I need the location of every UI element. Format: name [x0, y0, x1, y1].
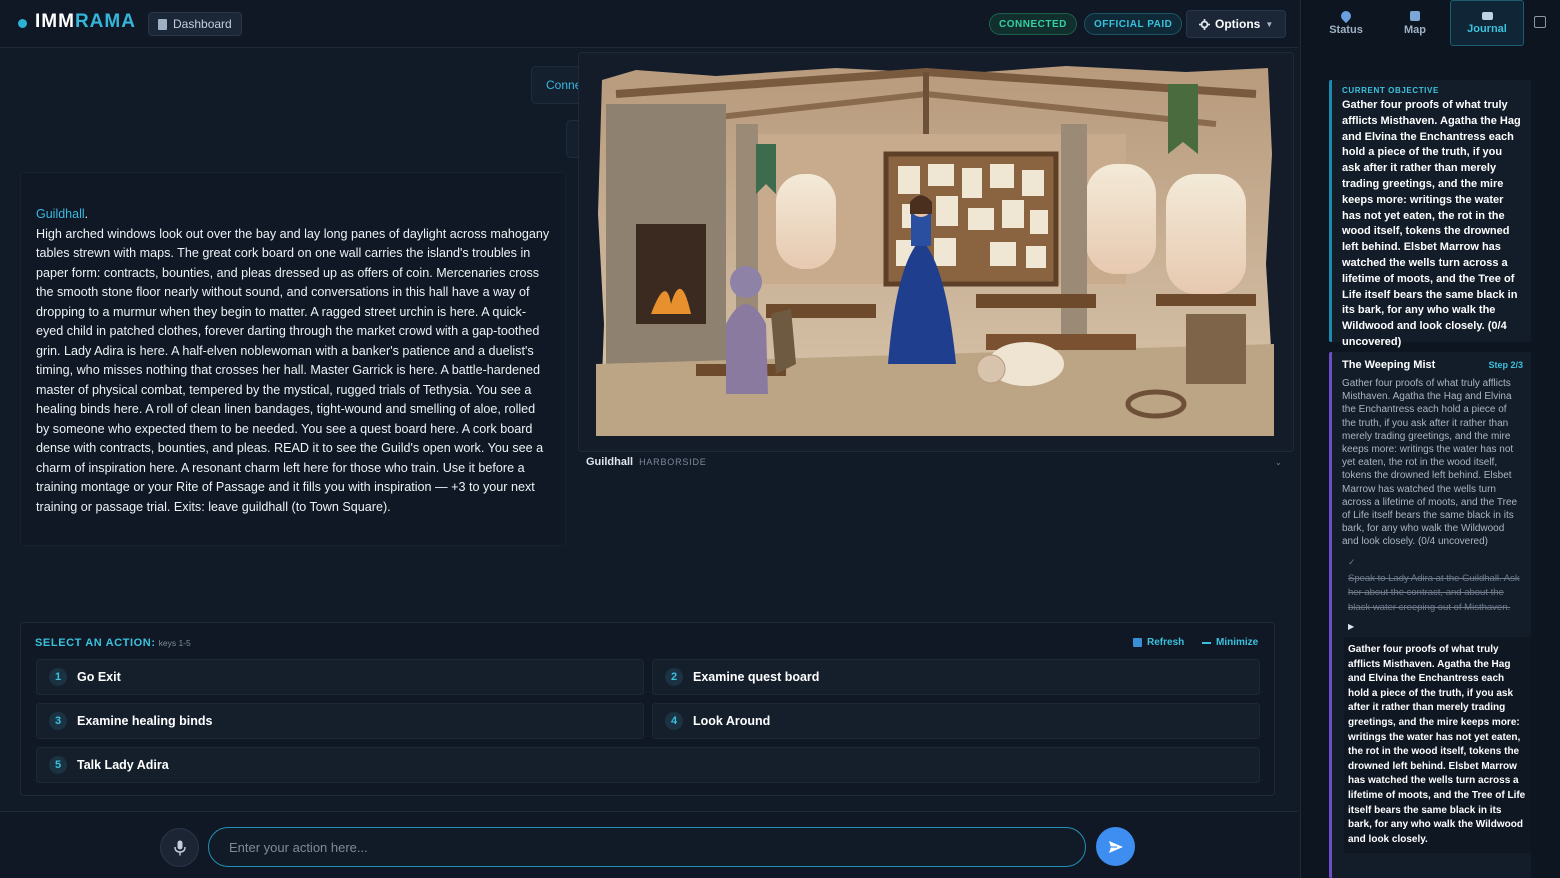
current-objective-card: CURRENT OBJECTIVE Gather four proofs of …: [1329, 80, 1531, 348]
logo-text-part2: RAMA: [74, 11, 136, 32]
check-icon: ✓: [1348, 556, 1356, 567]
tab-journal[interactable]: Journal: [1450, 0, 1524, 46]
tab-status[interactable]: Status: [1311, 0, 1381, 46]
minimize-button[interactable]: Minimize: [1202, 637, 1258, 648]
tab-map-label: Map: [1404, 23, 1426, 36]
panel-tabs: Status Map Journal: [1301, 0, 1560, 48]
chevron-down-icon: ▼: [1265, 19, 1274, 29]
action-label: Examine healing binds: [77, 714, 213, 728]
logo-text-part1: IMM: [35, 11, 75, 32]
clipboard-icon: [158, 18, 167, 30]
map-icon: [1410, 10, 1420, 21]
action-panel: SELECT AN ACTION: keys 1-5 Refresh Minimi…: [20, 622, 1275, 796]
quest-description: Gather four proofs of what truly afflict…: [1342, 378, 1518, 548]
journal-panel: Status Map Journal CURRENT OBJECTIVE Gat…: [1300, 0, 1560, 878]
action-title: SELECT AN ACTION:: [35, 637, 156, 649]
quest-title: The Weeping Mist: [1342, 359, 1436, 371]
action-number: 1: [49, 668, 67, 686]
scene-name: Guildhall: [586, 456, 634, 468]
action-label: Look Around: [693, 714, 771, 728]
action-label: Talk Lady Adira: [77, 758, 169, 772]
scene-region: HARBORSIDE: [639, 457, 707, 467]
location-period: .: [84, 207, 89, 221]
top-bar: IMM RAMA Dashboard CONNECTED OFFICIAL PAI…: [0, 0, 1298, 48]
keys-hint: keys 1-5: [158, 638, 191, 648]
book-icon: [1481, 11, 1493, 20]
action-button-4[interactable]: 4 Look Around: [652, 703, 1260, 739]
input-bar: [0, 811, 1298, 878]
gear-icon: [1199, 18, 1210, 30]
completed-step: Speak to Lady Adira at the Guildhall. As…: [1348, 572, 1520, 614]
quest-title-row: The Weeping Mist Step 2/3: [1342, 359, 1523, 371]
options-button[interactable]: Options ▼: [1186, 10, 1287, 38]
action-number: 3: [49, 712, 67, 730]
play-icon: ▶: [1348, 622, 1355, 632]
tab-status-label: Status: [1329, 23, 1363, 36]
minus-icon: [1202, 641, 1211, 644]
objective-text: Gather four proofs of what truly afflict…: [1342, 99, 1521, 348]
pin-icon: [1338, 8, 1354, 23]
tab-map[interactable]: Map: [1380, 0, 1450, 46]
narrative-location-line: Guildhall.: [36, 205, 551, 225]
quest-step: Step 2/3: [1488, 360, 1523, 370]
action-button-1[interactable]: 1 Go Exit: [36, 659, 644, 695]
action-title-row: SELECT AN ACTION: keys 1-5: [35, 637, 191, 649]
narrative-location[interactable]: Guildhall: [36, 207, 85, 221]
chevron-down-icon[interactable]: ⌄: [1275, 458, 1282, 467]
action-button-3[interactable]: 3 Examine healing binds: [36, 703, 644, 739]
connected-badge: CONNECTED: [989, 13, 1077, 35]
dashboard-label: Dashboard: [173, 17, 232, 31]
official-paid-badge: OFFICIAL PAID: [1084, 13, 1183, 35]
minimize-label: Minimize: [1216, 637, 1259, 648]
microphone-button[interactable]: [160, 828, 199, 867]
narrative-panel: Guildhall. High arched windows look out …: [20, 172, 566, 546]
quest-card[interactable]: The Weeping Mist Step 2/3 Gather four pr…: [1329, 352, 1531, 878]
send-button[interactable]: [1096, 827, 1135, 866]
app-logo[interactable]: IMM RAMA: [18, 11, 136, 33]
options-label: Options: [1215, 17, 1261, 31]
dashboard-button[interactable]: Dashboard: [148, 12, 242, 36]
action-number: 4: [665, 712, 683, 730]
microphone-icon: [173, 840, 186, 855]
scene-caption: Guildhall HARBORSIDE: [586, 456, 707, 468]
narrative-text: High arched windows look out over the ba…: [36, 226, 550, 514]
action-number: 2: [665, 668, 683, 686]
action-button-5[interactable]: 5 Talk Lady Adira: [36, 747, 1260, 783]
objective-heading: CURRENT OBJECTIVE: [1342, 86, 1439, 95]
popout-icon[interactable]: [1534, 16, 1546, 28]
action-number: 5: [49, 756, 67, 774]
current-step: Gather four proofs of what truly afflict…: [1344, 637, 1531, 854]
scene-illustration: [596, 66, 1274, 436]
refresh-button[interactable]: Refresh: [1133, 637, 1184, 648]
logo-dot-icon: [18, 19, 27, 28]
action-button-2[interactable]: 2 Examine quest board: [652, 659, 1260, 695]
send-icon: [1108, 840, 1123, 853]
action-input[interactable]: [208, 827, 1086, 867]
refresh-label: Refresh: [1147, 637, 1185, 648]
tab-journal-label: Journal: [1467, 22, 1507, 35]
action-label: Examine quest board: [693, 670, 820, 684]
action-label: Go Exit: [77, 670, 121, 684]
refresh-icon: [1133, 638, 1142, 647]
